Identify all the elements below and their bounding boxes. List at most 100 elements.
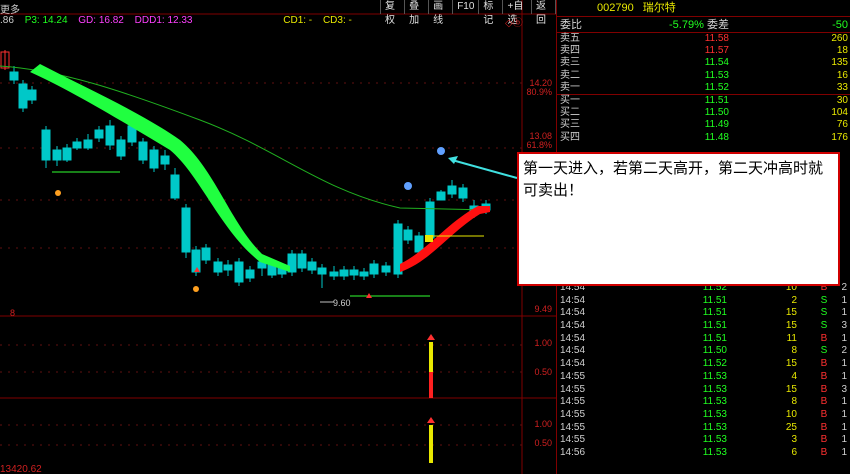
ask-volume: 260: [831, 33, 848, 44]
restore-rights-button[interactable]: 复权: [380, 0, 404, 26]
tick-price: 11.53: [702, 421, 727, 433]
tick-time: 14:54: [560, 345, 586, 357]
indicator-gd: GD: 16.82: [78, 15, 124, 26]
more-menu-label[interactable]: 更多: [0, 1, 20, 16]
kline-chart-svg[interactable]: [0, 0, 556, 474]
tick-price: 11.52: [702, 358, 727, 370]
tick-row: 14:54 11.51 11 B 1: [557, 333, 850, 346]
candle-body: [447, 185, 457, 195]
indicator-bar: [429, 372, 433, 398]
ask-price: 11.52: [704, 81, 729, 93]
bid-price: 11.50: [704, 107, 729, 119]
tick-row: 14:54 11.51 15 S 3: [557, 320, 850, 333]
axis-label-price-low: 9.49: [534, 304, 552, 314]
tick-time: 14:55: [560, 383, 586, 395]
kline-chart-pane[interactable]: 更多 复权 叠加 画线 F10 标记 +自选 返回 ◇ⓑ .86 P3: 14.…: [0, 0, 557, 474]
tick-volume: 25: [785, 421, 797, 433]
tick-direction: B: [820, 358, 828, 370]
tick-list[interactable]: 14:54 11.52 10 B 2 14:54 11.51 2 S 1 14:54 11.51 15 S…: [557, 282, 850, 460]
indicator-bar: [429, 342, 433, 372]
annotation-callout: 第一天进入，若第二天高开，第二天冲高时就可卖出！: [517, 152, 840, 286]
tick-volume: 15: [785, 307, 797, 319]
order-ratio-label: 委比: [560, 19, 582, 31]
candle-body: [52, 149, 62, 161]
tick-volume: 8: [791, 396, 797, 408]
bid-label: 买四: [560, 131, 580, 143]
ask-row: 卖四 11.57 18: [557, 45, 850, 57]
tick-price: 11.53: [702, 434, 727, 446]
indicator-bar: [429, 425, 433, 463]
tick-direction: B: [820, 396, 828, 408]
tick-volume: 15: [785, 358, 797, 370]
bid-list: 买一 11.51 30 买二 11.50 104 买三 11.49 76 买四 11.48 17…: [557, 95, 850, 144]
order-ratio-row: 委比 -5.79% 委差 -50: [557, 17, 850, 33]
low-point-label: 9.60: [333, 298, 351, 308]
tick-count: 1: [841, 332, 847, 344]
chart-toolbar: 复权 叠加 画线 F10 标记 +自选 返回: [380, 0, 557, 26]
candle-body: [83, 139, 93, 149]
candle-body: [414, 235, 424, 253]
tick-time: 14:54: [560, 320, 586, 332]
tick-price: 11.51: [702, 307, 727, 319]
tick-price: 11.50: [702, 345, 727, 357]
tick-count: 1: [841, 307, 847, 319]
indicator-p3: P3: 14.24: [24, 15, 68, 26]
back-button[interactable]: 返回: [530, 0, 557, 26]
signal-dot-icon: [437, 147, 445, 155]
axis-label-mid-1: 1.00: [534, 338, 552, 348]
candle-body: [27, 89, 37, 101]
bid-row: 买一 11.51 30: [557, 95, 850, 107]
candle-body: [307, 261, 317, 271]
ask-price: 11.53: [704, 69, 729, 81]
signal-dot-icon: [404, 182, 412, 190]
tick-time: 14:54: [560, 332, 586, 344]
bid-price: 11.49: [704, 119, 729, 131]
tick-price: 11.53: [702, 408, 727, 420]
tick-count: 1: [841, 370, 847, 382]
bid-volume: 176: [831, 131, 848, 143]
candle-body: [329, 271, 339, 277]
tick-time: 14:54: [560, 358, 586, 370]
candle-body: [94, 129, 104, 139]
candle-body: [317, 267, 327, 275]
order-diff-label: 委差: [707, 19, 729, 31]
tick-row: 14:55 11.53 10 B 1: [557, 409, 850, 422]
tick-row: 14:54 11.50 8 S 2: [557, 345, 850, 358]
ask-volume: 33: [836, 81, 848, 93]
ask-price: 11.54: [704, 57, 729, 69]
tick-time: 14:55: [560, 370, 586, 382]
tick-direction: S: [820, 345, 828, 357]
tick-volume: 15: [785, 383, 797, 395]
mark-button[interactable]: 标记: [478, 0, 502, 26]
tick-price: 11.53: [702, 370, 727, 382]
order-ratio-value: -5.79%: [669, 19, 704, 31]
ask-volume: 135: [831, 57, 848, 69]
tick-volume: 2: [791, 294, 797, 306]
stock-code[interactable]: 002790: [597, 2, 634, 14]
tick-time: 14:55: [560, 408, 586, 420]
tick-direction: B: [820, 446, 828, 458]
tick-row: 14:55 11.53 8 B 1: [557, 396, 850, 409]
candle-body: [436, 191, 446, 201]
tick-price: 11.53: [702, 383, 727, 395]
bid-row: 买三 11.49 76: [557, 119, 850, 131]
tick-row: 14:55 11.53 3 B 1: [557, 434, 850, 447]
draw-line-button[interactable]: 画线: [428, 0, 452, 26]
candle-body: [297, 253, 307, 269]
tick-count: 1: [841, 358, 847, 370]
overlay-button[interactable]: 叠加: [404, 0, 428, 26]
coin-icon: [193, 286, 199, 292]
ask-volume: 16: [836, 69, 848, 81]
candle-body: [18, 83, 28, 109]
tick-count: 2: [841, 345, 847, 357]
tick-direction: B: [820, 370, 828, 382]
candle-body: [9, 71, 19, 81]
cursor-marker-icon: ◇ⓑ: [505, 18, 523, 29]
add-watchlist-button[interactable]: +自选: [502, 0, 530, 26]
ask-price: 11.58: [704, 33, 729, 44]
tick-time: 14:54: [560, 294, 586, 306]
f10-button[interactable]: F10: [452, 0, 478, 14]
up-arrow-icon: [427, 334, 435, 340]
stock-name[interactable]: 瑞尔特: [643, 2, 676, 14]
ask-row: 卖五 11.58 260: [557, 33, 850, 45]
